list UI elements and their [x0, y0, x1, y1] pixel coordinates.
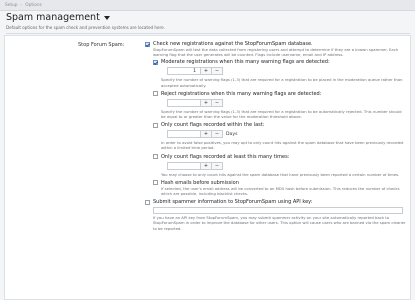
reject-stepper: + −	[167, 98, 407, 107]
recorded-times-stepper: + −	[167, 161, 407, 170]
moderate-stepper: 1 + −	[167, 67, 407, 76]
moderate-checkbox[interactable]	[153, 60, 158, 65]
moderate-plus-button[interactable]: +	[200, 68, 211, 75]
recorded-times-option[interactable]: Only count flags recorded at least this …	[153, 154, 407, 160]
reject-label[interactable]: Reject registrations when this many warn…	[161, 91, 321, 97]
sfs-options: Check new registrations against the Stop…	[145, 41, 407, 231]
recorded-within-unit: Days	[226, 131, 238, 137]
breadcrumb-options[interactable]: Options	[25, 3, 42, 8]
reject-hint: Specify the number of warning flags (1-3…	[161, 108, 402, 120]
hash-emails-hint: If selected, the user's email address wi…	[161, 185, 400, 197]
check-new-checkbox[interactable]	[145, 41, 150, 47]
check-new-hint: StopForumSpam will test the data collect…	[153, 47, 399, 58]
submit-spammer-option[interactable]: Submit spammer information to StopForumS…	[145, 199, 407, 205]
recorded-times-plus-button[interactable]: +	[200, 162, 211, 169]
recorded-within-option[interactable]: Only count flags recorded within the las…	[153, 122, 407, 128]
recorded-times-minus-button[interactable]: −	[211, 162, 222, 169]
recorded-times-checkbox[interactable]	[153, 154, 158, 160]
hash-emails-checkbox[interactable]	[153, 180, 158, 186]
breadcrumb-separator: ›	[20, 2, 23, 8]
recorded-within-minus-button[interactable]: −	[211, 131, 222, 138]
reject-checkbox[interactable]	[153, 91, 158, 97]
page-title: Spam management	[6, 12, 100, 23]
breadcrumb: Setup › Options	[0, 0, 415, 11]
reject-value[interactable]	[168, 100, 200, 106]
hash-emails-label[interactable]: Hash emails before submission	[161, 180, 239, 186]
moderate-hint: Specify the number of warning flags (1-3…	[161, 77, 403, 88]
breadcrumb-setup[interactable]: Setup	[5, 3, 18, 8]
moderate-option[interactable]: Moderate registrations when this many wa…	[153, 59, 407, 65]
moderate-label[interactable]: Moderate registrations when this many wa…	[161, 59, 330, 65]
moderate-value[interactable]: 1	[168, 68, 200, 74]
recorded-within-stepper: + − Days	[167, 130, 407, 139]
submit-spammer-label[interactable]: Submit spammer information to StopForumS…	[153, 199, 312, 205]
submit-spammer-checkbox[interactable]	[145, 199, 150, 205]
recorded-times-hint: You may choose to only count hits agains…	[161, 171, 400, 177]
recorded-within-checkbox[interactable]	[153, 122, 158, 128]
recorded-within-label[interactable]: Only count flags recorded within the las…	[161, 122, 264, 128]
recorded-within-plus-button[interactable]: +	[200, 131, 211, 138]
recorded-times-label[interactable]: Only count flags recorded at least this …	[161, 154, 289, 160]
recorded-times-value[interactable]	[168, 163, 200, 169]
reject-option[interactable]: Reject registrations when this many warn…	[153, 91, 407, 97]
recorded-within-hint: In order to avoid false positives, you m…	[161, 140, 404, 151]
api-key-input[interactable]	[153, 207, 403, 215]
sfs-row-label: Stop Forum Spam:	[78, 42, 125, 48]
moderate-minus-button[interactable]: −	[211, 68, 222, 75]
page-subtitle: Default options for the spam check and p…	[6, 25, 410, 34]
reject-minus-button[interactable]: −	[211, 99, 222, 106]
title-dropdown-caret-icon[interactable]	[103, 16, 110, 20]
recorded-within-value[interactable]	[168, 131, 200, 137]
submit-spammer-hint: If you have an API key from StopForumSpa…	[153, 215, 406, 231]
page-header: Spam management	[6, 12, 110, 23]
reject-plus-button[interactable]: +	[200, 99, 211, 106]
